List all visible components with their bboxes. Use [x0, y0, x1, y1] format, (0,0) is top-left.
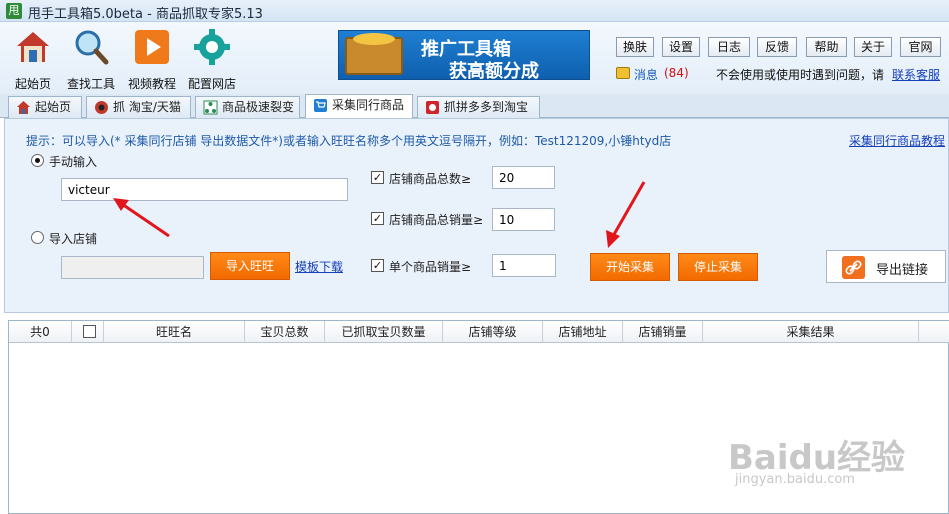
tab-collect-peer-products[interactable]: 采集同行商品 [305, 94, 413, 119]
start-collect-button[interactable]: 开始采集 [590, 253, 670, 281]
tab-start-page[interactable]: 起始页 [8, 96, 82, 118]
tab-label: 起始页 [35, 100, 72, 114]
home-icon [17, 101, 30, 114]
col-count: 共0 [9, 321, 72, 343]
link-icon [842, 256, 865, 279]
contact-support-link[interactable]: 联系客服 [892, 66, 940, 83]
video-tutorial-label: 视频教程 [127, 77, 176, 91]
pdd-icon [426, 101, 439, 114]
export-links-button[interactable]: 导出链接 [826, 250, 946, 283]
tutorial-link[interactable]: 采集同行商品教程 [849, 132, 945, 149]
filter-single-sales-checkbox[interactable]: ✓ [371, 259, 384, 272]
feedback-button[interactable]: 反馈 [757, 37, 797, 57]
banner-line2: 获高额分成 [449, 61, 539, 82]
import-file-input[interactable] [61, 256, 204, 279]
toolbar: 起始页 查找工具 视频教程 配置网店 推广工具箱 获高额分成 换肤 设置 日志 … [0, 22, 949, 94]
tab-pdd-to-taobao[interactable]: 抓拼多多到淘宝 [417, 96, 540, 118]
split-icon [203, 100, 218, 115]
start-page-button[interactable]: 起始页 [3, 28, 63, 92]
import-shop-radio[interactable] [31, 231, 44, 244]
skin-button[interactable]: 换肤 [616, 37, 654, 57]
message-count: (84) [664, 66, 689, 80]
filter-total-sales-checkbox[interactable]: ✓ [371, 212, 384, 225]
tab-label: 采集同行商品 [332, 98, 405, 112]
start-page-label: 起始页 [14, 77, 51, 91]
tab-bar: 起始页 抓 淘宝/天猫 商品极速裂变 采集同行商品 抓拼多多到淘宝 [0, 94, 949, 119]
help-text: 不会使用或使用时遇到问题，请 [716, 68, 885, 82]
message-label[interactable]: 消息 [634, 66, 658, 83]
stop-collect-button[interactable]: 停止采集 [678, 253, 758, 281]
col-fetched-items[interactable]: 已抓取宝贝数量 [325, 321, 443, 343]
app-icon: 甩 [6, 3, 22, 19]
tab-product-split[interactable]: 商品极速裂变 [195, 96, 300, 118]
tab-label: 抓 淘宝/天猫 [113, 100, 181, 114]
log-button[interactable]: 日志 [708, 37, 750, 57]
home-icon [17, 32, 49, 62]
help-button[interactable]: 帮助 [806, 37, 847, 57]
video-tutorial-button[interactable]: 视频教程 [122, 28, 182, 92]
select-all-checkbox[interactable] [83, 325, 96, 338]
settings-button[interactable]: 设置 [662, 37, 700, 57]
hint-text: 提示：可以导入(* 采集同行店铺 导出数据文件*)或者输入旺旺名称多个用英文逗号… [26, 134, 672, 148]
wangwang-input[interactable] [61, 178, 348, 201]
gear-icon [194, 29, 230, 65]
tab-label: 抓拼多多到淘宝 [444, 100, 529, 114]
title-bar: 甩 甩手工具箱5.0beta - 商品抓取专家5.13 [0, 0, 949, 22]
col-shop-sales[interactable]: 店铺销量 [623, 321, 703, 343]
col-collect-result[interactable]: 采集结果 [703, 321, 919, 343]
filter-total-sales-label: 店铺商品总销量≥ [389, 213, 484, 227]
tab-label: 商品极速裂变 [222, 100, 295, 114]
about-button[interactable]: 关于 [854, 37, 892, 57]
col-total-items[interactable]: 宝贝总数 [245, 321, 325, 343]
filter-total-sales-input[interactable] [492, 208, 555, 231]
message-icon[interactable] [616, 67, 630, 79]
promo-banner[interactable]: 推广工具箱 获高额分成 [338, 30, 590, 82]
import-wangwang-button[interactable]: 导入旺旺 [210, 252, 290, 280]
table-header: 共0 旺旺名 宝贝总数 已抓取宝贝数量 店铺等级 店铺地址 店铺销量 采集结果 [9, 321, 949, 343]
treasure-chest-icon [345, 33, 403, 75]
export-links-label: 导出链接 [876, 263, 929, 278]
filter-total-products-input[interactable] [492, 166, 555, 189]
filter-total-products-checkbox[interactable]: ✓ [371, 171, 384, 184]
tab-taobao-tmall[interactable]: 抓 淘宝/天猫 [86, 96, 191, 118]
col-wangwang[interactable]: 旺旺名 [104, 321, 245, 343]
filter-single-sales-label: 单个商品销量≥ [389, 260, 472, 274]
magnifier-icon [75, 30, 109, 65]
find-tools-label: 查找工具 [66, 77, 115, 91]
official-site-button[interactable]: 官网 [900, 37, 941, 57]
spider-icon [95, 101, 108, 114]
import-shop-label: 导入店铺 [49, 232, 98, 246]
play-icon [135, 30, 169, 64]
filter-single-sales-input[interactable] [492, 254, 556, 277]
col-shop-address[interactable]: 店铺地址 [543, 321, 623, 343]
configure-shop-button[interactable]: 配置网店 [182, 28, 242, 92]
template-download-link[interactable]: 模板下载 [295, 258, 343, 275]
manual-input-radio[interactable] [31, 154, 44, 167]
cart-icon [314, 99, 327, 112]
watermark-url: jingyan.baidu.com [735, 472, 855, 487]
manual-input-label: 手动输入 [49, 155, 98, 169]
window-title: 甩手工具箱5.0beta - 商品抓取专家5.13 [28, 7, 263, 22]
col-shop-level[interactable]: 店铺等级 [443, 321, 543, 343]
find-tools-button[interactable]: 查找工具 [61, 28, 121, 92]
filter-total-products-label: 店铺商品总数≥ [389, 172, 472, 186]
configure-shop-label: 配置网店 [187, 77, 236, 91]
